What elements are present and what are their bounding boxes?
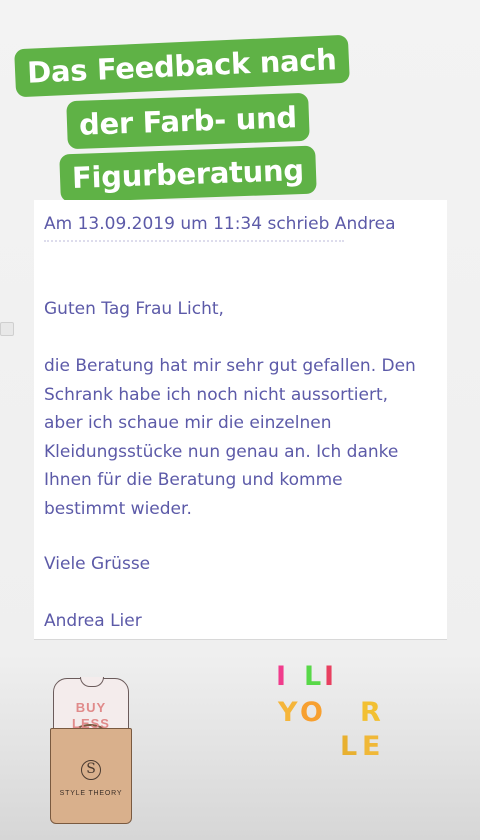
- banner-line-3: Figurberatung: [59, 145, 317, 203]
- sticker-text-buy: BUY: [75, 700, 107, 715]
- email-closing: Viele Grüsse: [44, 554, 151, 574]
- email-body-line: Kleidungsstücke nun genau an. Ich danke: [44, 441, 399, 462]
- title-banner: Das Feedback nach der Farb- und Figurber…: [0, 34, 480, 210]
- email-body-line: Ihnen für die Beratung und komme: [44, 470, 343, 490]
- sticker-letter: L: [304, 661, 322, 692]
- email-card: Am 13.09.2019 um 11:34 schrieb Andrea Gu…: [34, 200, 447, 640]
- sticker-text-less: LESS: [72, 716, 110, 731]
- email-header: Am 13.09.2019 um 11:34 schrieb Andrea: [44, 214, 396, 234]
- edge-tab: [0, 322, 14, 336]
- sticker-letter: L: [340, 731, 358, 762]
- sticker-letter: R: [360, 697, 381, 728]
- email-body-line: die Beratung hat mir sehr gut gefallen. …: [44, 356, 416, 376]
- email-body: die Beratung hat mir sehr gut gefallen. …: [44, 352, 416, 523]
- email-divider: [44, 240, 344, 242]
- sticker-letter: I: [324, 661, 335, 692]
- email-body-line: aber ich schaue mir die einzelnen: [44, 413, 332, 433]
- email-signature: Andrea Lier: [44, 611, 142, 631]
- email-body-line: Schrank habe ich noch nicht aussortiert,: [44, 384, 389, 405]
- banner-line-2: der Farb- und: [66, 92, 310, 150]
- sticker-brand: STYLE THEORY: [59, 790, 123, 797]
- sticker-letter: E: [362, 731, 381, 762]
- banner-line-1: Das Feedback nach: [14, 34, 350, 98]
- letters-sticker[interactable]: I L I Y O R L E: [270, 660, 410, 780]
- email-body-line: bestimmt wieder.: [44, 498, 192, 519]
- sticker-letter: O: [300, 697, 323, 728]
- sticker-letter: I: [276, 661, 287, 692]
- style-theory-logo: S: [81, 760, 101, 780]
- buy-less-bag-sticker[interactable]: BUY LESS S STYLE THEORY: [46, 677, 136, 828]
- email-greeting: Guten Tag Frau Licht,: [44, 299, 224, 319]
- sticker-letter: Y: [278, 697, 298, 728]
